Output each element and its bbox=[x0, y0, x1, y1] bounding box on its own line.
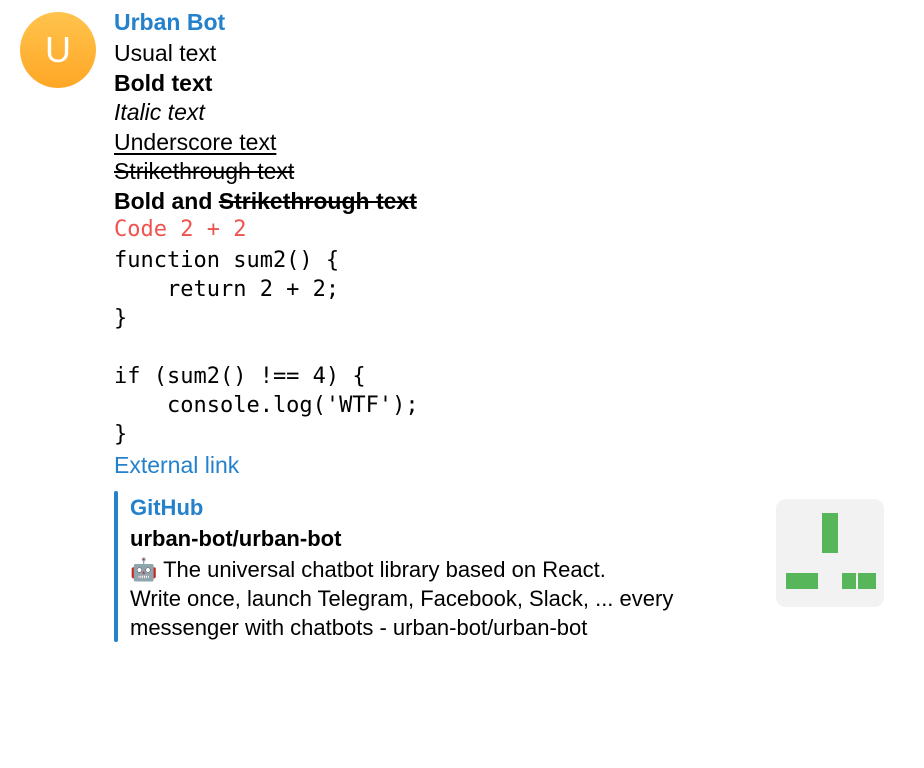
text-bold-strike-line: Bold and Strikethrough text bbox=[114, 187, 908, 216]
text-code-block: function sum2() { return 2 + 2; } if (su… bbox=[114, 246, 908, 449]
preview-body: GitHub urban-bot/urban-bot 🤖 The univers… bbox=[130, 491, 764, 642]
preview-description: 🤖 The universal chatbot library based on… bbox=[130, 555, 764, 642]
thumb-pixel-icon bbox=[858, 573, 876, 589]
preview-thumbnail bbox=[776, 499, 884, 607]
preview-desc-rest: Write once, launch Telegram, Facebook, S… bbox=[130, 584, 764, 642]
avatar[interactable]: U bbox=[20, 12, 96, 88]
text-italic: Italic text bbox=[114, 98, 908, 127]
text-bold-prefix: Bold and bbox=[114, 188, 219, 214]
text-bold-strike: Strikethrough text bbox=[219, 188, 417, 214]
external-link[interactable]: External link bbox=[114, 451, 908, 480]
text-underscore: Underscore text bbox=[114, 128, 908, 157]
link-preview[interactable]: GitHub urban-bot/urban-bot 🤖 The univers… bbox=[114, 491, 884, 642]
preview-site: GitHub bbox=[130, 493, 764, 522]
preview-emoji: 🤖 bbox=[130, 557, 157, 582]
thumb-pixel-icon bbox=[842, 573, 856, 589]
preview-desc-line1: The universal chatbot library based on R… bbox=[157, 557, 605, 582]
text-strike: Strikethrough text bbox=[114, 157, 908, 186]
sender-name[interactable]: Urban Bot bbox=[114, 8, 908, 37]
text-inline-code: Code 2 + 2 bbox=[114, 216, 908, 244]
preview-title: urban-bot/urban-bot bbox=[130, 524, 764, 553]
preview-accent-bar bbox=[114, 491, 118, 642]
message-content: Urban Bot Usual text Bold text Italic te… bbox=[114, 8, 908, 642]
chat-message: U Urban Bot Usual text Bold text Italic … bbox=[0, 0, 924, 650]
text-bold: Bold text bbox=[114, 69, 908, 98]
text-usual: Usual text bbox=[114, 39, 908, 68]
avatar-initial: U bbox=[45, 29, 71, 71]
thumb-pixel-icon bbox=[786, 573, 818, 589]
thumb-pixel-icon bbox=[822, 513, 838, 553]
